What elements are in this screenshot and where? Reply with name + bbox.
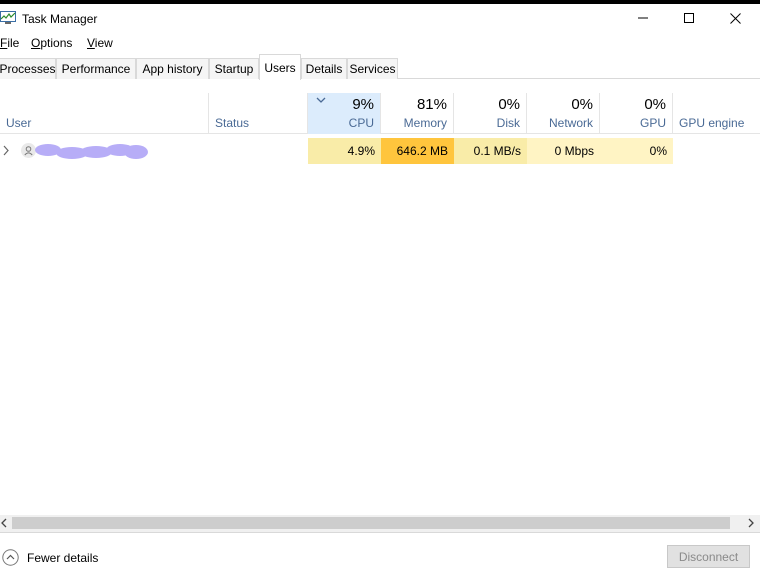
- table-row[interactable]: 4.9% 646.2 MB 0.1 MB/s 0 Mbps 0%: [0, 138, 760, 164]
- column-disk-percent: 0%: [498, 96, 520, 113]
- column-status-label: Status: [215, 116, 250, 130]
- tab-users[interactable]: Users: [259, 54, 301, 80]
- footer-bar: Fewer details Disconnect: [0, 532, 760, 580]
- column-gpu-engine-label: GPU engine: [679, 116, 745, 130]
- column-gpu-percent: 0%: [644, 96, 666, 113]
- row-cpu: 4.9%: [308, 138, 381, 164]
- row-memory: 646.2 MB: [381, 138, 454, 164]
- tab-details[interactable]: Details: [301, 58, 347, 79]
- fewer-details-button[interactable]: Fewer details: [2, 549, 98, 566]
- column-gpu-engine[interactable]: GPU engine: [673, 93, 760, 134]
- window-title: Task Manager: [22, 12, 98, 26]
- scrollbar-thumb[interactable]: [12, 517, 730, 529]
- column-memory-percent: 81%: [416, 96, 447, 113]
- column-gpu[interactable]: 0% GPU: [600, 93, 673, 134]
- minimize-button[interactable]: [620, 4, 666, 32]
- tab-services[interactable]: Services: [347, 58, 398, 79]
- close-button[interactable]: [712, 4, 758, 32]
- column-disk-label: Disk: [496, 116, 520, 130]
- sort-descending-icon: [316, 97, 326, 103]
- minimize-icon: [638, 17, 648, 19]
- maximize-icon: [684, 13, 694, 23]
- fewer-details-label: Fewer details: [27, 550, 99, 565]
- disconnect-button[interactable]: Disconnect: [667, 545, 750, 568]
- maximize-button[interactable]: [666, 4, 712, 32]
- row-gpu: 0%: [600, 138, 673, 164]
- scroll-right-icon[interactable]: [746, 518, 756, 528]
- chevron-up-circle-icon: [2, 549, 19, 566]
- task-manager-icon: [0, 11, 16, 24]
- menu-view[interactable]: View: [87, 36, 113, 50]
- column-user-label: User: [6, 116, 32, 130]
- tab-app-history[interactable]: App history: [136, 58, 209, 79]
- column-user[interactable]: User: [0, 93, 209, 134]
- row-network: 0 Mbps: [527, 138, 600, 164]
- menu-file[interactable]: File: [0, 36, 19, 50]
- column-network-label: Network: [548, 116, 593, 130]
- column-disk[interactable]: 0% Disk: [454, 93, 527, 134]
- horizontal-scrollbar[interactable]: [0, 515, 760, 532]
- chevron-right-icon[interactable]: [2, 145, 10, 156]
- column-header-row: User Status 9% CPU 81% Memory 0% Disk 0%…: [0, 93, 760, 134]
- menu-options[interactable]: Options: [31, 36, 72, 50]
- row-disk: 0.1 MB/s: [454, 138, 527, 164]
- tab-startup[interactable]: Startup: [209, 58, 259, 79]
- menu-bar: File Options View: [0, 33, 760, 53]
- column-network-percent: 0%: [571, 96, 593, 113]
- column-memory-label: Memory: [403, 116, 447, 130]
- tab-processes[interactable]: Processes: [0, 58, 56, 79]
- column-cpu-label: CPU: [348, 116, 374, 130]
- title-bar[interactable]: Task Manager: [0, 4, 760, 32]
- scroll-left-icon[interactable]: [0, 518, 10, 528]
- column-memory[interactable]: 81% Memory: [381, 93, 454, 134]
- tab-strip: Processes Performance App history Startu…: [0, 53, 760, 80]
- redacted-username-blur: [35, 144, 148, 159]
- column-status[interactable]: Status: [209, 93, 308, 134]
- column-gpu-label: GPU: [639, 116, 666, 130]
- tab-performance[interactable]: Performance: [56, 58, 136, 79]
- column-network[interactable]: 0% Network: [527, 93, 600, 134]
- close-icon: [729, 12, 741, 24]
- column-cpu[interactable]: 9% CPU: [308, 93, 381, 134]
- column-cpu-percent: 9%: [352, 96, 374, 113]
